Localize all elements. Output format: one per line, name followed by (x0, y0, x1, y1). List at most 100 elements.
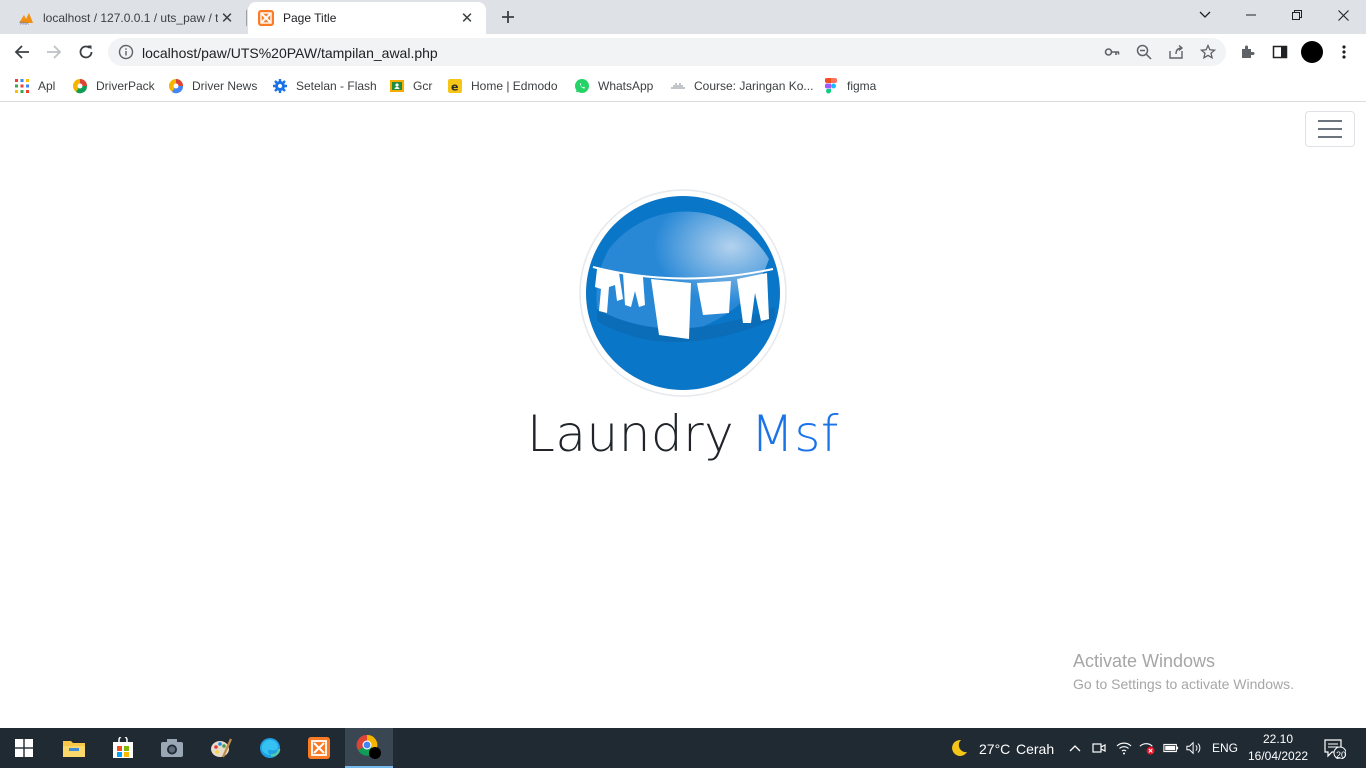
chrome-icon (356, 734, 381, 759)
plus-icon (502, 11, 514, 23)
tab-close-icon[interactable]: ✕ (218, 9, 236, 27)
weather-moon-icon[interactable] (948, 737, 970, 759)
weather-condition[interactable]: Cerah (1016, 741, 1054, 757)
taskbar-camera[interactable] (148, 728, 196, 768)
reload-icon (79, 45, 93, 59)
driverpack-icon (72, 78, 88, 94)
bookmark-edmodo[interactable]: e Home | Edmodo (447, 76, 558, 96)
taskbar-xampp[interactable] (295, 728, 343, 768)
extensions-button[interactable] (1238, 42, 1258, 62)
share-icon[interactable] (1168, 44, 1184, 60)
forward-button[interactable] (40, 38, 68, 66)
camera-icon (161, 739, 183, 757)
apps-grid-icon (14, 78, 30, 94)
page-content: Laundry Msf Activate Windows Go to Setti… (0, 103, 1366, 728)
wifi-icon[interactable] (1116, 740, 1132, 756)
bookmarks-bar: Apl DriverPack Driver News Setelan - Fla… (0, 70, 1366, 102)
navbar-toggler-button[interactable] (1305, 111, 1355, 147)
bookmark-label: Gcr (413, 79, 433, 93)
key-icon[interactable] (1104, 44, 1120, 60)
tab-close-icon[interactable]: ✕ (458, 9, 476, 27)
clock-time[interactable]: 22.10 (1263, 732, 1293, 746)
bookmark-driverpack[interactable]: DriverPack (72, 76, 155, 96)
volume-icon[interactable] (1186, 740, 1202, 756)
watermark-title: Activate Windows (1073, 651, 1216, 671)
minimize-icon (1246, 14, 1256, 16)
reload-button[interactable] (72, 38, 100, 66)
bookmark-apps[interactable]: Apl (14, 76, 55, 96)
profile-avatar[interactable] (1301, 41, 1323, 63)
taskbar-store[interactable] (99, 728, 147, 768)
edge-icon (260, 738, 281, 758)
new-tab-button[interactable] (494, 5, 522, 29)
classroom-icon (389, 78, 405, 94)
hamburger-line (1318, 120, 1342, 122)
bookmark-label: Course: Jaringan Ko... (694, 79, 814, 93)
side-panel-icon (1272, 45, 1288, 59)
menu-button[interactable] (1334, 42, 1354, 62)
taskbar-edge[interactable] (246, 728, 294, 768)
clock-date[interactable]: 16/04/2022 (1248, 749, 1308, 763)
close-window-button[interactable] (1320, 0, 1366, 30)
bookmark-setelan-flash[interactable]: Setelan - Flash (272, 76, 377, 96)
windows-taskbar: 27°C Cerah ENG 22.10 16/04/2022 20 (0, 728, 1366, 768)
tab-page-title[interactable]: Page Title ✕ (248, 2, 486, 34)
tab-title: Page Title (283, 11, 337, 25)
brand-main-text: Laundry (527, 405, 735, 463)
language-indicator[interactable]: ENG (1212, 741, 1238, 755)
phpmyadmin-icon: PMA (18, 10, 34, 26)
tab-separator (246, 10, 247, 26)
folder-icon (63, 741, 85, 757)
url-text[interactable]: localhost/paw/UTS%20PAW/tampilan_awal.ph… (142, 45, 438, 61)
tab-search-button[interactable] (1182, 0, 1228, 30)
meet-now-icon[interactable] (1091, 740, 1107, 756)
chevron-up-icon[interactable] (1067, 740, 1083, 756)
bookmark-course-jaringan[interactable]: Course: Jaringan Ko... (670, 76, 813, 96)
tab-strip: PMA localhost / 127.0.0.1 / uts_paw / t … (0, 0, 1366, 34)
bookmark-label: Driver News (192, 79, 258, 93)
tab-phpmyadmin[interactable]: PMA localhost / 127.0.0.1 / uts_paw / t … (8, 2, 246, 34)
zoom-out-icon[interactable] (1136, 44, 1152, 60)
back-button[interactable] (8, 38, 36, 66)
bookmark-label: WhatsApp (598, 79, 654, 93)
bookmark-driver-news[interactable]: Driver News (168, 76, 257, 96)
bookmark-label: figma (847, 79, 877, 93)
edmodo-icon: e (447, 78, 463, 94)
restore-button[interactable] (1274, 0, 1320, 30)
notification-center-button[interactable]: 20 (1322, 738, 1348, 760)
tab-title: localhost / 127.0.0.1 / uts_paw / t (43, 11, 218, 25)
bookmark-gcr[interactable]: Gcr (389, 76, 432, 96)
close-icon (1337, 9, 1349, 21)
watermark-subtitle: Go to Settings to activate Windows. (1073, 676, 1294, 692)
taskbar-paint[interactable] (197, 728, 245, 768)
bookmark-label: Home | Edmodo (471, 79, 558, 93)
minimize-button[interactable] (1228, 0, 1274, 30)
start-button[interactable] (0, 728, 48, 768)
address-bar[interactable]: localhost/paw/UTS%20PAW/tampilan_awal.ph… (108, 38, 1226, 66)
taskbar-file-explorer[interactable] (50, 728, 98, 768)
hamburger-line (1318, 136, 1342, 138)
bookmark-star-icon[interactable] (1200, 44, 1216, 60)
windows-logo-icon (15, 739, 33, 757)
bookmark-figma[interactable]: figma (823, 76, 876, 96)
battery-icon[interactable] (1163, 740, 1179, 756)
weather-temperature[interactable]: 27°C (979, 741, 1010, 757)
laundry-clothesline-icon (579, 189, 787, 397)
svg-text:e: e (451, 81, 458, 94)
activate-windows-watermark: Activate Windows Go to Settings to activ… (1073, 651, 1294, 692)
bookmark-label: Apl (38, 79, 56, 93)
arrow-left-icon (14, 45, 29, 59)
store-icon (113, 737, 133, 758)
bookmark-whatsapp[interactable]: WhatsApp (574, 76, 653, 96)
gear-icon (272, 78, 288, 94)
network-error-icon[interactable] (1139, 740, 1155, 756)
info-icon[interactable] (118, 44, 134, 60)
svg-text:PMA: PMA (20, 21, 29, 26)
side-panel-button[interactable] (1270, 42, 1290, 62)
kebab-menu-icon (1342, 45, 1346, 59)
cisco-icon (670, 78, 686, 94)
bookmark-label: DriverPack (96, 79, 155, 93)
brand-accent-text: Msf (750, 405, 839, 463)
taskbar-chrome[interactable] (345, 728, 393, 768)
paint-palette-icon (211, 738, 232, 758)
